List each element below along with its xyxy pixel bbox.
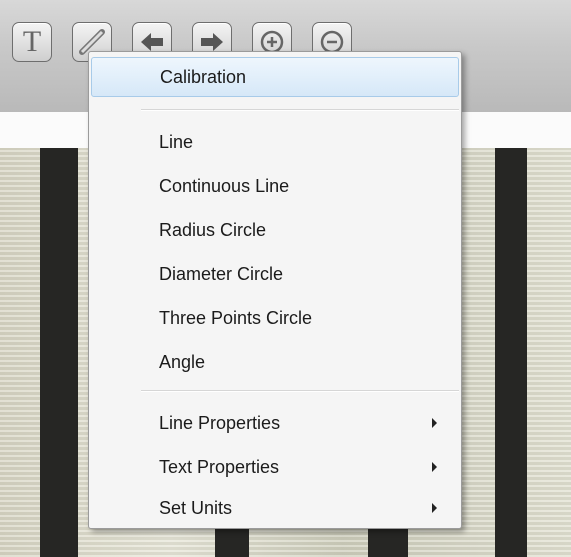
submenu-arrow-icon (432, 462, 437, 472)
menu-item-three-points-circle[interactable]: Three Points Circle (91, 298, 459, 338)
menu-item-set-units[interactable]: Set Units (91, 488, 459, 528)
menu-item-text-properties[interactable]: Text Properties (91, 447, 459, 487)
menu-item-label: Calibration (160, 66, 247, 87)
menu-separator (141, 390, 459, 392)
menu-item-label: Set Units (159, 497, 233, 518)
submenu-arrow-icon (432, 418, 437, 428)
menu-item-label: Line (159, 131, 194, 152)
dark-band (40, 148, 78, 557)
menu-item-line-properties[interactable]: Line Properties (91, 403, 459, 443)
menu-item-label: Angle (159, 351, 206, 372)
menu-item-label: Text Properties (159, 456, 280, 477)
text-tool-button[interactable]: T (12, 22, 52, 62)
menu-item-label: Radius Circle (159, 219, 267, 240)
menu-separator (141, 109, 459, 111)
menu-item-label: Continuous Line (159, 175, 290, 196)
submenu-arrow-icon (432, 503, 437, 513)
menu-item-label: Three Points Circle (159, 307, 313, 328)
text-tool-icon: T (22, 25, 42, 58)
context-menu: Calibration Line Continuous Line Radius … (88, 51, 462, 529)
menu-item-label: Diameter Circle (159, 263, 284, 284)
menu-item-angle[interactable]: Angle (91, 342, 459, 382)
menu-item-radius-circle[interactable]: Radius Circle (91, 210, 459, 250)
menu-item-diameter-circle[interactable]: Diameter Circle (91, 254, 459, 294)
menu-item-label: Line Properties (159, 412, 281, 433)
dark-band (495, 148, 527, 557)
menu-item-line[interactable]: Line (91, 122, 459, 162)
menu-item-continuous-line[interactable]: Continuous Line (91, 166, 459, 206)
menu-item-calibration[interactable]: Calibration (91, 57, 459, 97)
